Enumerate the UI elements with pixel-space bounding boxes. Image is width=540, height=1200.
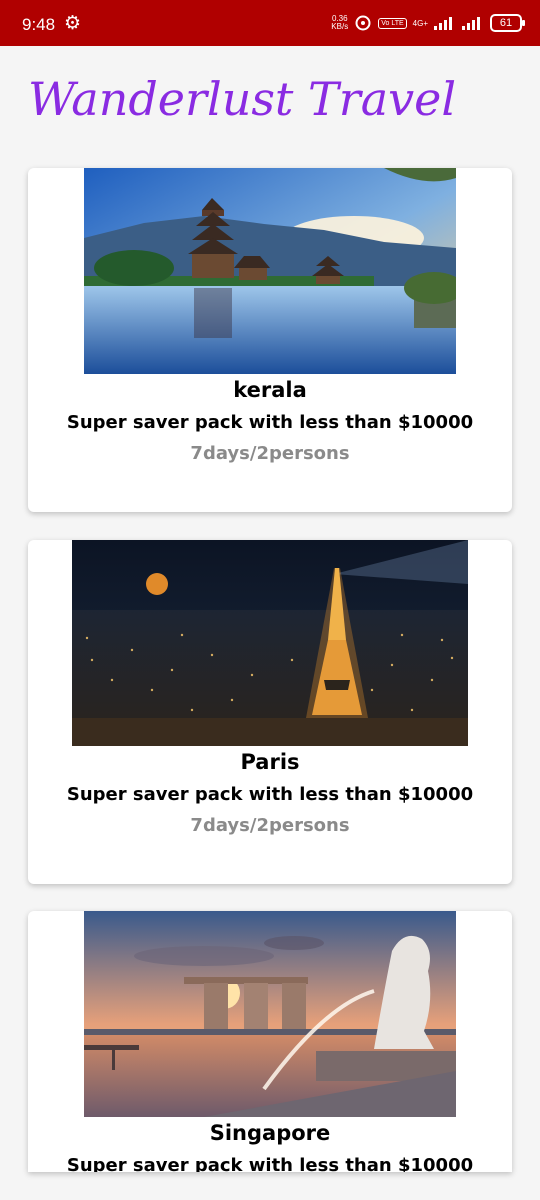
singapore-photo [84,911,456,1117]
destination-name: Singapore [209,1121,331,1145]
network-speed: 0.36 KB/s [331,15,348,31]
duration-text: 7days/2persons [190,815,350,836]
offer-text: Super saver pack with less than $10000 [66,784,474,805]
network-type: 4G+ [412,18,428,28]
destination-card-kerala[interactable]: kerala Super saver pack with less than $… [28,168,512,512]
paris-photo [72,540,468,746]
network-speed-unit: KB/s [331,22,349,31]
status-bar: 9:48 ⚙ 0.36 KB/s Vo LTE 4G+ 61 [0,0,540,46]
destination-name: kerala [233,378,307,402]
destination-card-paris[interactable]: Paris Super saver pack with less than $1… [28,540,512,884]
volte-badge: Vo LTE [378,17,407,29]
kerala-photo [84,168,456,374]
signal-icon-2 [462,17,480,30]
hotspot-icon [355,15,371,31]
destination-card-singapore[interactable]: Singapore Super saver pack with less tha… [28,911,512,1172]
app-title: Wanderlust Travel [28,72,457,126]
destination-name: Paris [240,750,300,774]
offer-text: Super saver pack with less than $10000 [66,412,474,433]
status-indicators: 0.36 KB/s Vo LTE 4G+ 61 [331,14,525,32]
status-time: 9:48 [22,15,56,34]
duration-text: 7days/2persons [190,443,350,464]
gear-icon: ⚙ [64,12,82,34]
signal-icon [434,17,452,30]
offer-text: Super saver pack with less than $10000 [66,1155,474,1172]
battery-icon: 61 [490,14,525,32]
